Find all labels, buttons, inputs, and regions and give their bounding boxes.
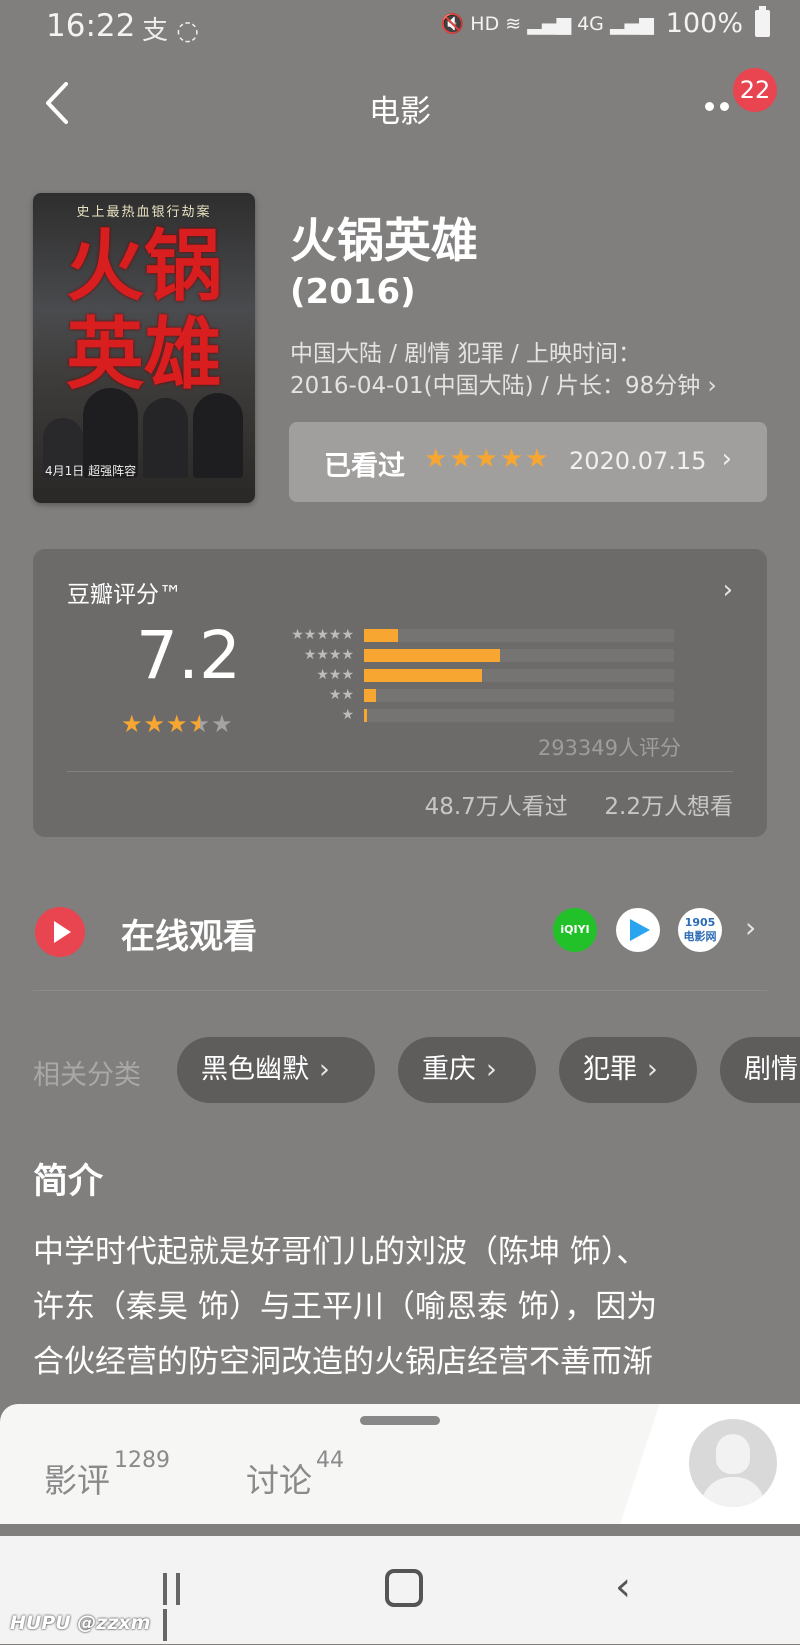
tab-reviews[interactable]: 影评1289 xyxy=(44,1448,170,1502)
iqiyi-icon[interactable]: iQIYI xyxy=(553,908,597,952)
movie-poster[interactable]: 史上最热血银行劫案 火锅 英雄 4月1日 超强阵容 xyxy=(33,193,255,503)
star-empty-icon: ★ xyxy=(211,710,234,738)
rating-bar-stars: ★★★ xyxy=(316,667,354,683)
intro-line: 许东（秦昊 饰）与王平川（喻恩泰 饰），因为 xyxy=(33,1289,658,1325)
rating-bar-fill xyxy=(364,709,367,722)
star-half-icon: ★ xyxy=(188,710,212,738)
more-dot-icon xyxy=(720,102,729,111)
tab-discussions-count: 44 xyxy=(316,1448,344,1473)
system-back-button[interactable]: ‹ xyxy=(615,1564,631,1610)
m1905-icon[interactable]: 1905 电影网 xyxy=(678,908,722,952)
status-app-icons: 支 ◌ xyxy=(142,16,199,46)
chevron-right-icon: › xyxy=(721,444,732,474)
battery-icon xyxy=(755,6,770,37)
poster-figures xyxy=(33,363,255,478)
movie-year: (2016) xyxy=(290,272,416,312)
category-chip-label: 重庆 xyxy=(422,1054,476,1085)
meta-line: 中国大陆 / 剧情 犯罪 / 上映时间： xyxy=(290,341,642,367)
tab-reviews-label: 影评 xyxy=(44,1461,110,1500)
category-chip[interactable]: 剧情 xyxy=(720,1037,800,1103)
watched-date: 2020.07.15 xyxy=(569,447,707,475)
chevron-right-icon: › xyxy=(319,1054,330,1085)
user-rating-stars: ★★★★★ xyxy=(424,444,551,474)
more-dot-icon xyxy=(705,102,714,111)
rating-score: 7.2 xyxy=(136,617,241,694)
network-icons: 🔇 HD ≋ ▂▄▆ 4G ▂▄▆ xyxy=(440,13,654,35)
avatar[interactable] xyxy=(689,1419,777,1507)
tab-reviews-count: 1289 xyxy=(114,1448,170,1473)
rating-bar-stars: ★★★★ xyxy=(303,647,354,663)
rating-bar-fill xyxy=(364,689,376,702)
tencent-video-icon[interactable] xyxy=(616,908,660,952)
sheet-drag-handle[interactable] xyxy=(360,1416,440,1425)
intro-text[interactable]: 中学时代起就是好哥们儿的刘波（陈坤 饰）、 许东（秦昊 饰）与王平川（喻恩泰 饰… xyxy=(33,1225,773,1390)
play-icon xyxy=(35,907,85,957)
category-chip[interactable]: 犯罪 › xyxy=(559,1037,697,1103)
douban-rating-card[interactable]: 豆瓣评分™ › 7.2 ★★★★★ ★★★★★ ★★★★ ★★★ ★★ ★ 293349… xyxy=(33,549,767,837)
user-silhouette-icon xyxy=(716,1434,750,1474)
category-chip-label: 犯罪 xyxy=(583,1054,637,1085)
chevron-right-icon: › xyxy=(647,1054,658,1085)
rating-bar-fill xyxy=(364,649,500,662)
rating-bar-track xyxy=(364,629,674,642)
rating-bar-row: ★★ xyxy=(278,685,678,705)
star-full-icon: ★★★ xyxy=(121,710,189,738)
rating-bar-stars: ★★ xyxy=(328,687,354,703)
rating-bar-row: ★★★★ xyxy=(278,645,678,665)
rating-bar-track xyxy=(364,709,674,722)
chevron-right-icon[interactable]: › xyxy=(745,911,756,944)
chevron-right-icon: › xyxy=(486,1054,497,1085)
want-count: 2.2万人想看 xyxy=(604,794,733,820)
user-silhouette-body xyxy=(701,1477,765,1507)
rating-bar-fill xyxy=(364,629,398,642)
rating-count: 293349人评分 xyxy=(537,736,681,760)
movie-title: 火锅英雄 xyxy=(290,214,478,269)
category-chip[interactable]: 重庆 › xyxy=(398,1037,536,1103)
status-right-group: 🔇 HD ≋ ▂▄▆ 4G ▂▄▆ 100% xyxy=(440,6,770,39)
battery-percent: 100% xyxy=(665,8,743,39)
rating-bar-track xyxy=(364,669,674,682)
rating-title: 豆瓣评分™ xyxy=(67,582,182,608)
watched-count: 48.7万人看过 xyxy=(424,794,568,820)
watched-label: 已看过 xyxy=(324,451,405,482)
poster-title-line1: 火锅 xyxy=(65,221,222,312)
page-title: 电影 xyxy=(369,94,431,130)
chevron-right-icon: › xyxy=(722,575,733,605)
online-watch-label[interactable]: 在线观看 xyxy=(121,909,257,958)
home-button[interactable] xyxy=(385,1569,423,1607)
watermark: HUPU @zzxm xyxy=(10,1612,151,1634)
tab-discussions-label: 讨论 xyxy=(246,1461,312,1500)
rating-bar-row: ★ xyxy=(278,705,678,725)
divider xyxy=(67,771,733,772)
category-chip-label: 黑色幽默 xyxy=(201,1054,309,1085)
rating-bar-row: ★★★ xyxy=(278,665,678,685)
tab-discussions[interactable]: 讨论44 xyxy=(246,1448,344,1502)
rating-bar-stars: ★ xyxy=(341,707,354,723)
rating-bar-track xyxy=(364,689,674,702)
rating-bar-fill xyxy=(364,669,482,682)
watched-status-button[interactable]: 已看过 ★★★★★ 2020.07.15 › xyxy=(289,422,767,502)
intro-line: 合伙经营的防空洞改造的火锅店经营不善而渐 xyxy=(33,1344,653,1380)
rating-stars: ★★★★★ xyxy=(121,710,234,738)
intro-line: 中学时代起就是好哥们儿的刘波（陈坤 饰）、 xyxy=(33,1234,648,1270)
rating-distribution: ★★★★★ ★★★★ ★★★ ★★ ★ xyxy=(278,625,678,725)
related-categories-label: 相关分类 xyxy=(33,1060,141,1091)
notification-badge[interactable]: 22 xyxy=(733,68,777,112)
category-chip-label: 剧情 xyxy=(744,1054,798,1085)
category-chip[interactable]: 黑色幽默 › xyxy=(177,1037,375,1103)
intro-title: 简介 xyxy=(33,1162,104,1202)
rating-bar-stars: ★★★★★ xyxy=(291,627,354,643)
rating-bar-row: ★★★★★ xyxy=(278,625,678,645)
meta-line: 2016-04-01(中国大陆) / 片长：98分钟 › xyxy=(290,373,717,399)
poster-date: 4月1日 超强阵容 xyxy=(45,464,137,478)
reviews-sheet[interactable]: 影评1289 讨论44 xyxy=(0,1404,800,1524)
recent-apps-button[interactable] xyxy=(163,1573,197,1641)
poster-tagline: 史上最热血银行劫案 xyxy=(76,205,212,220)
rating-bar-track xyxy=(364,649,674,662)
status-time: 16:22 xyxy=(46,8,136,44)
movie-meta[interactable]: 中国大陆 / 剧情 犯罪 / 上映时间： 2016-04-01(中国大陆) / … xyxy=(290,338,760,402)
divider xyxy=(33,990,767,991)
watch-counts: 48.7万人看过 2.2万人想看 xyxy=(425,787,733,821)
